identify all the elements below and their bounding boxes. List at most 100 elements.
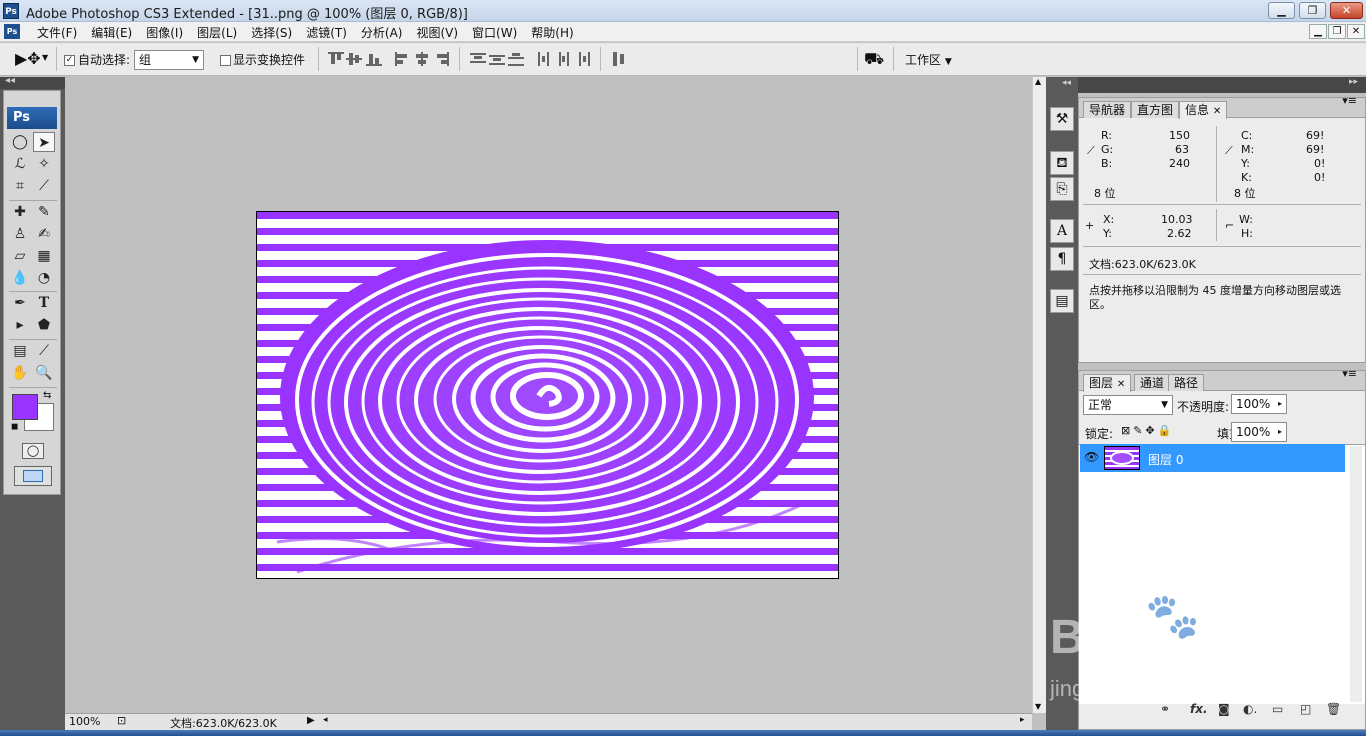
clone-source-icon[interactable]: ⎘ bbox=[1050, 177, 1074, 201]
doc-close-button[interactable]: ✕ bbox=[1347, 24, 1365, 39]
align-vcenter-icon[interactable] bbox=[346, 52, 362, 66]
move-tool-icon[interactable]: ➤ bbox=[33, 132, 55, 152]
menu-filter[interactable]: 滤镜(T) bbox=[299, 24, 354, 41]
layers-scrollbar[interactable] bbox=[1350, 446, 1362, 702]
swap-colors-icon[interactable]: ⇆ bbox=[43, 390, 51, 401]
brushes-icon[interactable]: ⛾ bbox=[1050, 151, 1074, 175]
layer-comps-icon[interactable]: ▤ bbox=[1050, 289, 1074, 313]
default-colors-icon[interactable]: ◼ bbox=[11, 422, 18, 432]
menu-window[interactable]: 窗口(W) bbox=[465, 24, 524, 41]
vertical-scrollbar[interactable]: ▲ ▼ bbox=[1032, 77, 1046, 713]
tab-layers[interactable]: 图层 ✕ bbox=[1083, 374, 1132, 392]
layer-name[interactable]: 图层 0 bbox=[1148, 451, 1183, 468]
scroll-left-icon[interactable]: ◂ bbox=[323, 715, 328, 725]
align-hcenter-icon[interactable] bbox=[414, 52, 430, 66]
workspace-menu[interactable]: 工作区 ▼ bbox=[905, 51, 952, 68]
tab-close-icon[interactable]: ✕ bbox=[1213, 106, 1221, 117]
history-brush-tool-icon[interactable]: ✍ bbox=[33, 224, 55, 244]
doc-minimize-button[interactable]: ▁ bbox=[1309, 24, 1327, 39]
tool-presets-icon[interactable]: ⚒ bbox=[1050, 107, 1074, 131]
menu-help[interactable]: 帮助(H) bbox=[524, 24, 580, 41]
hand-tool-icon[interactable]: ✋ bbox=[9, 363, 31, 383]
status-menu-arrow-icon[interactable]: ▶ bbox=[307, 715, 315, 726]
menu-select[interactable]: 选择(S) bbox=[244, 24, 299, 41]
screen-mode-icon[interactable] bbox=[14, 466, 52, 486]
opacity-input[interactable]: 100% ▸ bbox=[1231, 394, 1287, 414]
fill-input[interactable]: 100% ▸ bbox=[1231, 422, 1287, 442]
gradient-tool-icon[interactable]: ▦ bbox=[33, 246, 55, 266]
tab-navigator[interactable]: 导航器 bbox=[1083, 101, 1132, 118]
distribute-vcenter-icon[interactable] bbox=[489, 52, 505, 66]
doc-restore-button[interactable]: ❐ bbox=[1328, 24, 1346, 39]
paragraph-icon[interactable]: ¶ bbox=[1050, 247, 1074, 271]
crop-tool-icon[interactable]: ⌗ bbox=[9, 176, 31, 196]
tab-paths[interactable]: 路径 bbox=[1168, 374, 1205, 391]
panel-menu-icon[interactable]: ▾≡ bbox=[1342, 94, 1357, 107]
foreground-color-swatch[interactable] bbox=[12, 394, 38, 420]
scroll-down-icon[interactable]: ▼ bbox=[1035, 702, 1041, 711]
distribute-right-icon[interactable] bbox=[575, 52, 591, 66]
arrow-right-icon[interactable]: ▸ bbox=[1278, 423, 1282, 441]
slice-tool-icon[interactable]: ⟋ bbox=[33, 176, 55, 196]
blur-tool-icon[interactable]: 💧 bbox=[9, 268, 31, 288]
eyedropper-tool-icon[interactable]: ⟋ bbox=[33, 341, 55, 361]
minimize-button[interactable]: ▁ bbox=[1268, 2, 1295, 19]
tab-close-icon[interactable]: ✕ bbox=[1117, 379, 1125, 390]
collapse-icon[interactable]: ◂◂ bbox=[5, 75, 15, 86]
align-right-icon[interactable] bbox=[433, 52, 449, 66]
dodge-tool-icon[interactable]: ◔ bbox=[33, 268, 55, 288]
menu-image[interactable]: 图像(I) bbox=[139, 24, 190, 41]
restore-button[interactable]: ❐ bbox=[1299, 2, 1326, 19]
brush-tool-icon[interactable]: ✎ bbox=[33, 202, 55, 222]
chevron-down-icon[interactable]: ▼ bbox=[42, 53, 48, 62]
lasso-tool-icon[interactable]: ℒ bbox=[9, 154, 31, 174]
distribute-top-icon[interactable] bbox=[470, 52, 486, 66]
menu-view[interactable]: 视图(V) bbox=[409, 24, 465, 41]
menu-edit[interactable]: 编辑(E) bbox=[84, 24, 139, 41]
show-transform-checkbox[interactable] bbox=[220, 55, 231, 66]
distribute-hcenter-icon[interactable] bbox=[556, 52, 572, 66]
align-bottom-icon[interactable] bbox=[366, 52, 382, 66]
notes-tool-icon[interactable]: ▤ bbox=[9, 341, 31, 361]
image-canvas[interactable] bbox=[256, 211, 839, 579]
expand-icon[interactable]: ◂◂ bbox=[1062, 78, 1071, 88]
delete-layer-icon[interactable]: 🗑 bbox=[1326, 702, 1341, 716]
menu-analysis[interactable]: 分析(A) bbox=[354, 24, 410, 41]
menu-layer[interactable]: 图层(L) bbox=[190, 24, 244, 41]
pen-tool-icon[interactable]: ✒ bbox=[9, 293, 31, 313]
arrow-right-icon[interactable]: ▸ bbox=[1278, 395, 1282, 413]
zoom-tool-icon[interactable]: 🔍 bbox=[33, 363, 55, 383]
document-icon[interactable]: Ps bbox=[4, 24, 20, 39]
close-button[interactable]: ✕ bbox=[1330, 2, 1363, 19]
eraser-tool-icon[interactable]: ▱ bbox=[9, 246, 31, 266]
distribute-bottom-icon[interactable] bbox=[508, 52, 524, 66]
blend-mode-dropdown[interactable]: 正常 ▼ bbox=[1083, 395, 1173, 415]
auto-select-checkbox[interactable]: ✓ bbox=[64, 55, 75, 66]
move-tool-preset-icon[interactable]: ▶✥ bbox=[15, 49, 41, 68]
zoom-level[interactable]: 100% bbox=[69, 715, 100, 728]
quick-mask-icon[interactable]: ◯ bbox=[22, 443, 44, 459]
distribute-left-icon[interactable] bbox=[537, 52, 553, 66]
menu-file[interactable]: 文件(F) bbox=[30, 24, 84, 41]
tab-channels[interactable]: 通道 bbox=[1134, 374, 1171, 391]
healing-brush-tool-icon[interactable]: ✚ bbox=[9, 202, 31, 222]
collapse-icon[interactable]: ▸▸ bbox=[1349, 77, 1358, 87]
align-left-icon[interactable] bbox=[395, 52, 411, 66]
auto-align-icon[interactable] bbox=[611, 52, 627, 66]
path-selection-tool-icon[interactable]: ▸ bbox=[9, 315, 31, 335]
clone-stamp-tool-icon[interactable]: ♙ bbox=[9, 224, 31, 244]
panel-menu-icon[interactable]: ▾≡ bbox=[1342, 367, 1357, 380]
auto-select-dropdown[interactable]: 组 ▼ bbox=[134, 50, 204, 70]
tab-histogram[interactable]: 直方图 bbox=[1131, 101, 1180, 118]
lock-options-icons[interactable]: ⊠✎✥🔒 bbox=[1121, 424, 1174, 437]
status-icon[interactable]: ⊡ bbox=[117, 714, 126, 727]
magic-wand-tool-icon[interactable]: ✧ bbox=[33, 154, 55, 174]
bridge-icon[interactable]: ⛟ bbox=[864, 49, 884, 70]
scroll-right-icon[interactable]: ▸ bbox=[1020, 715, 1025, 725]
character-icon[interactable]: A bbox=[1050, 219, 1074, 243]
shape-tool-icon[interactable]: ⬟ bbox=[33, 315, 55, 335]
marquee-tool-icon[interactable]: ◯ bbox=[9, 132, 31, 152]
tab-info[interactable]: 信息 ✕ bbox=[1179, 101, 1228, 119]
type-tool-icon[interactable]: T bbox=[33, 293, 55, 313]
layer-row[interactable]: 👁 图层 0 bbox=[1080, 444, 1345, 472]
